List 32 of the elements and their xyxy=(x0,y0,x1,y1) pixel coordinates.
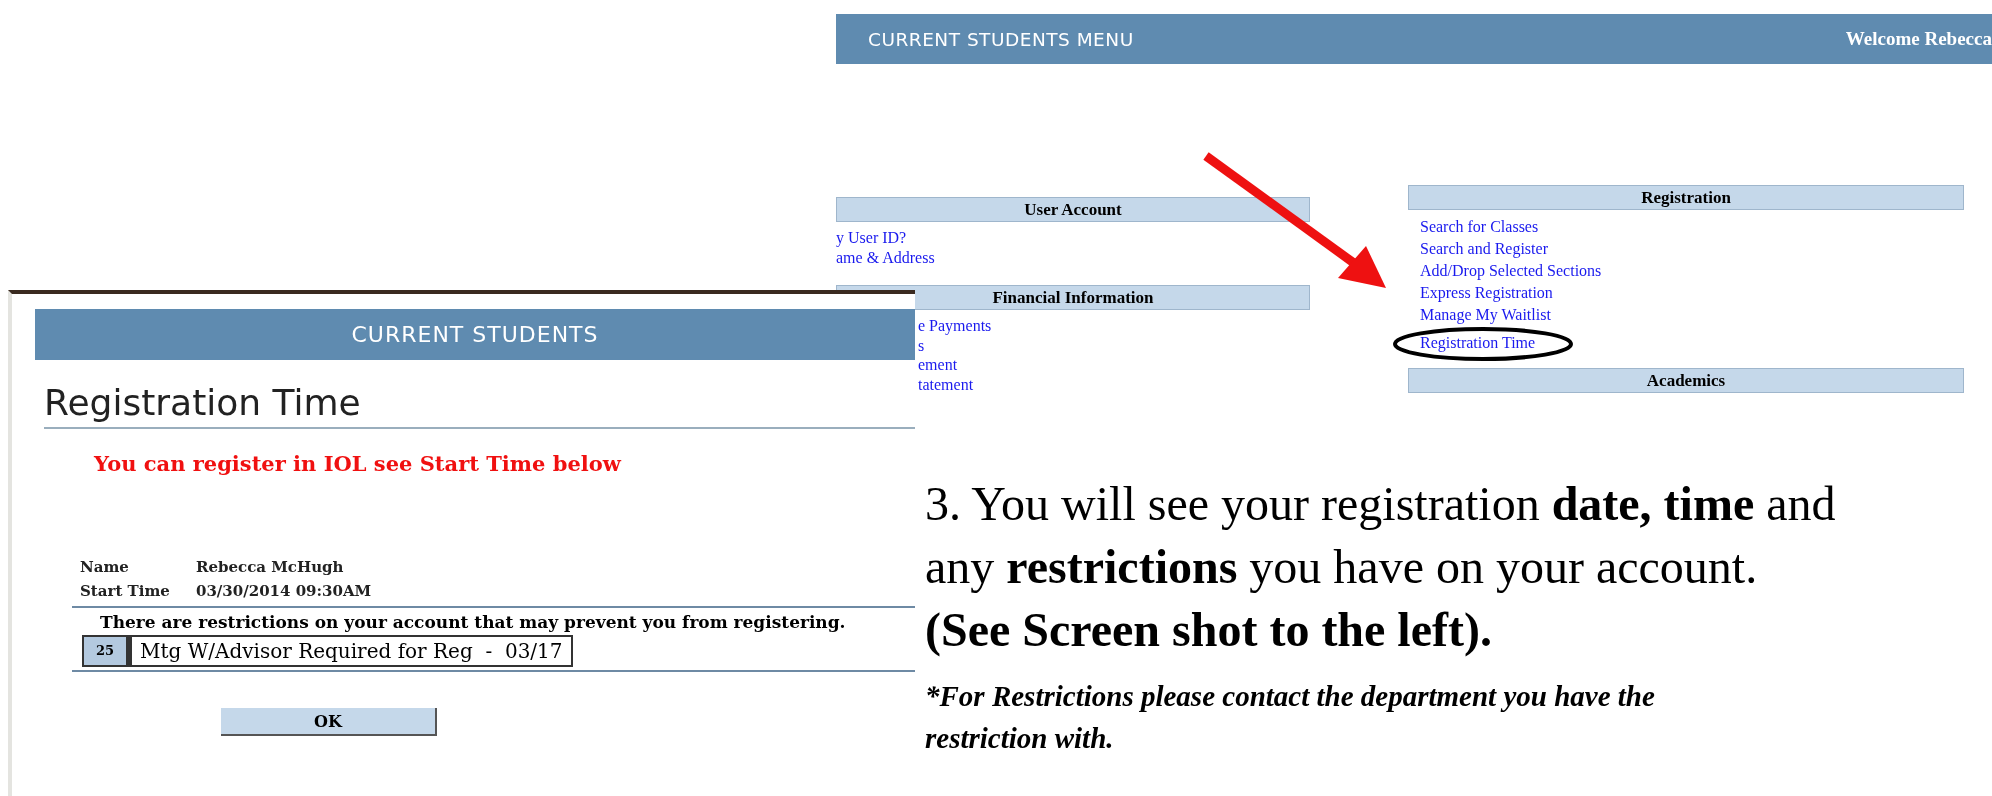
restriction-description: Mtg W/Advisor Required for Reg - 03/17 xyxy=(128,635,573,667)
menu-link[interactable]: Search and Register xyxy=(1420,238,1964,260)
field-value: 03/30/2014 09:30AM xyxy=(196,582,372,600)
restriction-note: *For Restrictions please contact the department you have the restriction with. xyxy=(925,679,1656,756)
menu-link[interactable]: tatement xyxy=(918,374,1310,394)
page-title: Registration Time xyxy=(44,382,915,429)
arrow-icon xyxy=(1203,152,1386,288)
status-message: You can register in IOL see Start Time below xyxy=(94,451,623,476)
field-label: Name xyxy=(80,558,130,576)
welcome-text: Welcome Rebecca xyxy=(1845,28,1992,50)
instruction-emphasis: (See Screen shot to the left). xyxy=(925,602,1493,659)
menu-link[interactable]: Express Registration xyxy=(1420,282,1964,304)
field-label: Start Time xyxy=(80,582,171,600)
section-header: Academics xyxy=(1408,368,1964,393)
menu-link[interactable]: e Payments xyxy=(918,316,1310,336)
section-header: User Account xyxy=(836,197,1310,222)
menu-link[interactable]: Add/Drop Selected Sections xyxy=(1420,260,1964,282)
section-header: Registration xyxy=(1408,185,1964,210)
menu-link[interactable]: Registration Time xyxy=(1420,332,1964,354)
restrictions-notice: There are restrictions on your account that may prevent you from registering. xyxy=(99,612,847,632)
field-value: Rebecca McHugh xyxy=(196,558,344,576)
menu-link[interactable]: s xyxy=(918,335,1310,355)
restriction-code: 25 xyxy=(82,635,128,667)
ok-button[interactable]: OK xyxy=(221,708,437,736)
header-title: CURRENT STUDENTS xyxy=(351,322,599,347)
menu-link[interactable]: ement xyxy=(918,355,1310,375)
menu-title: CURRENT STUDENTS MENU xyxy=(868,28,1134,50)
menu-link[interactable]: Manage My Waitlist xyxy=(1420,304,1964,326)
menu-link[interactable]: ame & Address xyxy=(836,247,1310,267)
instruction-paragraph: 3. You will see your registration date, time and any restrictions you have on your account. xyxy=(925,476,1837,595)
menu-link[interactable]: y User ID? xyxy=(836,228,1310,248)
menu-link[interactable]: Search for Classes xyxy=(1420,216,1964,238)
